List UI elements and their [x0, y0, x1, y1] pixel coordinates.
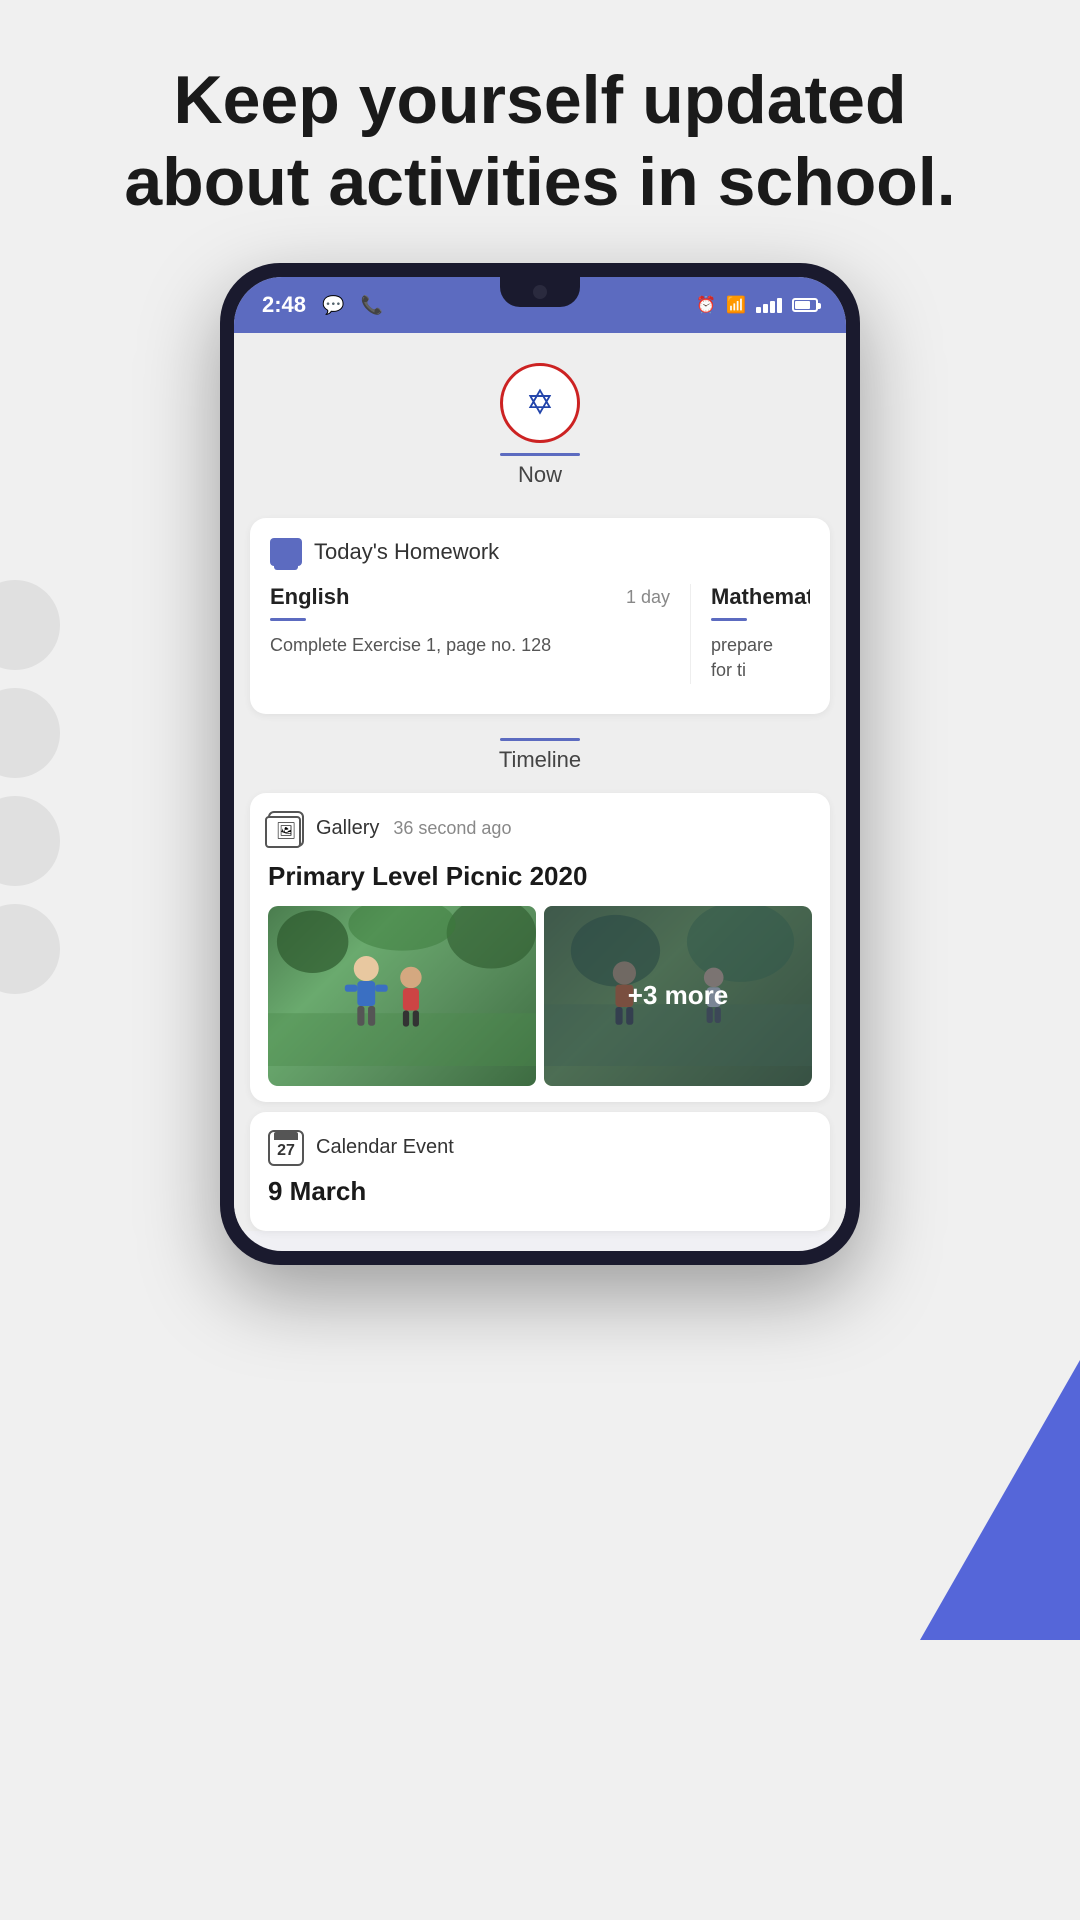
- logo-circle: [500, 363, 580, 443]
- calendar-day-number: 27: [277, 1142, 295, 1160]
- decorative-triangle: [920, 1360, 1080, 1640]
- app-content: Now Today's Homework English 1: [234, 333, 846, 1230]
- bar1: [756, 307, 761, 313]
- subject-english-header: English 1 day: [270, 584, 670, 610]
- bar3: [770, 301, 775, 313]
- homework-card-header: Today's Homework: [270, 538, 810, 566]
- english-name: English: [270, 584, 349, 610]
- phone-frame: 2:48 💬 📞 ⏰ 📶: [220, 263, 860, 1264]
- calendar-card: 27 Calendar Event 9 March: [250, 1112, 830, 1231]
- headline: Keep yourself updated about activities i…: [0, 0, 1080, 263]
- calendar-event-type: Calendar Event: [316, 1136, 454, 1159]
- status-bar: 2:48 💬 📞 ⏰ 📶: [234, 277, 846, 333]
- math-name: Mathematic: [711, 584, 810, 610]
- status-right: ⏰ 📶: [696, 295, 818, 315]
- english-days: 1 day: [626, 587, 670, 608]
- timeline-tab-underline: [500, 738, 580, 741]
- signal-bars: [756, 298, 782, 313]
- messages-icon: 💬: [322, 295, 344, 316]
- bar2: [763, 304, 768, 313]
- now-tab[interactable]: Now: [500, 453, 580, 494]
- bar4: [777, 298, 782, 313]
- logo-inner: [510, 373, 570, 433]
- gallery-type: Gallery: [316, 817, 379, 840]
- gallery-icon: 🖼: [268, 811, 304, 847]
- homework-title: Today's Homework: [314, 539, 499, 565]
- status-left: 2:48 💬 📞: [262, 292, 383, 318]
- logo-section: Now: [234, 333, 846, 504]
- english-underline: [270, 618, 306, 621]
- photo-grid: +3 more: [268, 906, 812, 1086]
- now-tab-underline: [500, 453, 580, 456]
- whatsapp-icon: 📞: [360, 295, 382, 316]
- gallery-card: 🖼 Gallery 36 second ago Primary Level Pi…: [250, 793, 830, 1102]
- time-display: 2:48: [262, 292, 306, 318]
- now-tab-label: Now: [518, 462, 562, 494]
- subjects-row: English 1 day Complete Exercise 1, page …: [270, 584, 810, 683]
- timeline-tab[interactable]: Timeline: [234, 728, 846, 783]
- math-underline: [711, 618, 747, 621]
- star-of-david-icon: [518, 381, 562, 425]
- homework-card: Today's Homework English 1 day Complete …: [250, 518, 830, 713]
- headline-line1: Keep yourself updated: [173, 62, 906, 138]
- more-count-label: +3 more: [628, 980, 728, 1011]
- battery-icon: [792, 298, 818, 312]
- alarm-icon: ⏰: [696, 295, 716, 315]
- math-desc: prepare for ti: [711, 635, 773, 680]
- photo-2[interactable]: +3 more: [544, 906, 812, 1086]
- gallery-card-header: 🖼 Gallery 36 second ago: [268, 811, 812, 847]
- photo-overlay: +3 more: [544, 906, 812, 1086]
- headline-line2: about activities in school.: [124, 144, 955, 220]
- gallery-meta: Gallery 36 second ago: [316, 817, 511, 840]
- photo-1[interactable]: [268, 906, 536, 1086]
- battery-fill: [795, 301, 810, 309]
- timeline-tab-label: Timeline: [499, 747, 581, 779]
- calendar-card-header: 27 Calendar Event: [268, 1130, 812, 1166]
- notch: [500, 277, 580, 307]
- wifi-icon: 📶: [726, 295, 746, 315]
- subject-math[interactable]: Mathematic prepare for ti: [690, 584, 810, 683]
- subject-math-header: Mathematic: [711, 584, 790, 610]
- camera: [533, 285, 547, 299]
- calendar-event-date: 9 March: [268, 1176, 812, 1207]
- calendar-icon: 27: [268, 1130, 304, 1166]
- school-logo: [500, 363, 580, 443]
- homework-icon: [270, 538, 302, 566]
- gallery-title: Primary Level Picnic 2020: [268, 861, 812, 892]
- english-desc: Complete Exercise 1, page no. 128: [270, 635, 551, 655]
- subject-english[interactable]: English 1 day Complete Exercise 1, page …: [270, 584, 690, 683]
- phone-screen: 2:48 💬 📞 ⏰ 📶: [234, 277, 846, 1250]
- phone-container: 2:48 💬 📞 ⏰ 📶: [0, 263, 1080, 1264]
- gallery-time: 36 second ago: [393, 818, 511, 839]
